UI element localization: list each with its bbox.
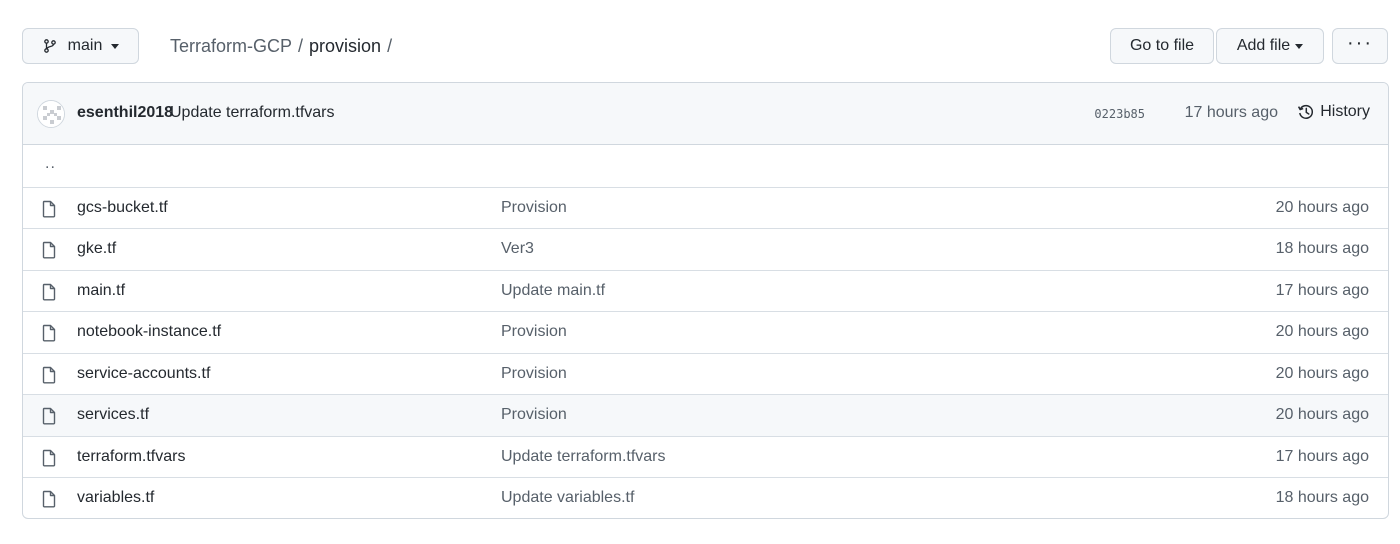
file-commit-message-link[interactable]: Provision [501, 406, 567, 424]
go-to-file-button[interactable]: Go to file [1110, 28, 1214, 64]
file-commit-age: 17 hours ago [1275, 447, 1369, 465]
file-row[interactable]: terraform.tfvars Update terraform.tfvars 1… [23, 435, 1388, 478]
file-commit-message-link[interactable]: Update variables.tf [501, 489, 634, 507]
file-commit-age: 20 hours ago [1275, 406, 1369, 423]
file-row[interactable]: gke.tf Ver3 18 hours ago [23, 228, 1388, 270]
file-commit-message-link[interactable]: Update main.tf [501, 282, 605, 300]
file-row[interactable]: notebook-instance.tf Provision 20 hours ag… [23, 311, 1388, 353]
file-list: .. gcs-bucket.tf Provision 20 hours ago gke… [23, 145, 1388, 518]
history-link[interactable]: History [1297, 103, 1370, 121]
file-icon [41, 490, 57, 508]
commit-sha-link[interactable]: 0223b85 [1094, 107, 1145, 121]
commit-author-link[interactable]: esenthil2018 [77, 104, 173, 122]
branch-name: main [67, 37, 103, 54]
file-icon [41, 366, 57, 384]
breadcrumb-separator: / [298, 35, 304, 56]
file-row[interactable]: gcs-bucket.tf Provision 20 hours ago [23, 186, 1388, 229]
file-name-link[interactable]: gcs-bucket.tf [77, 199, 168, 217]
git-branch-icon [42, 38, 58, 54]
file-icon [41, 407, 57, 425]
branch-select-button[interactable]: main [22, 28, 139, 64]
file-name-link[interactable]: services.tf [77, 406, 149, 424]
add-file-button[interactable]: Add file [1216, 28, 1324, 64]
file-icon [41, 200, 57, 218]
file-icon [41, 283, 57, 301]
breadcrumb-current-dir: provision [309, 35, 382, 56]
chevron-down-icon [1295, 43, 1304, 49]
file-row[interactable]: variables.tf Update variables.tf 18 hours … [23, 477, 1388, 518]
file-row[interactable]: service-accounts.tf Provision 20 hours ago [23, 352, 1388, 395]
avatar[interactable] [37, 100, 65, 128]
more-options-button[interactable]: ··· [1332, 28, 1388, 64]
file-name-link[interactable]: service-accounts.tf [77, 365, 210, 383]
file-commit-age: 17 hours ago [1275, 281, 1369, 299]
file-row[interactable]: services.tf Provision 20 hours ago [23, 394, 1388, 436]
breadcrumb-separator: / [387, 35, 393, 56]
file-icon [41, 324, 57, 342]
file-icon [41, 241, 57, 259]
commit-message-link[interactable]: Update terraform.tfvars [170, 104, 335, 122]
history-clock-icon [1297, 103, 1315, 121]
file-name-link[interactable]: gke.tf [77, 240, 116, 258]
file-row[interactable]: main.tf Update main.tf 17 hours ago [23, 269, 1388, 312]
file-name-link[interactable]: terraform.tfvars [77, 448, 185, 466]
breadcrumb-repo-link[interactable]: Terraform-GCP [170, 36, 292, 57]
repo-toolbar: main Terraform-GCP / provision / Go to f… [22, 28, 1388, 64]
breadcrumb: Terraform-GCP / provision / [170, 28, 398, 64]
file-name-link[interactable]: notebook-instance.tf [77, 323, 221, 341]
parent-directory-row[interactable]: .. [23, 145, 1388, 187]
file-commit-message-link[interactable]: Provision [501, 323, 567, 341]
file-commit-age: 20 hours ago [1275, 198, 1369, 216]
file-commit-message-link[interactable]: Update terraform.tfvars [501, 448, 666, 466]
file-commit-age: 20 hours ago [1275, 323, 1369, 340]
file-commit-age: 18 hours ago [1275, 489, 1369, 506]
file-commit-age: 20 hours ago [1275, 364, 1369, 382]
file-commit-message-link[interactable]: Ver3 [501, 240, 534, 258]
file-name-link[interactable]: main.tf [77, 282, 125, 300]
file-commit-message-link[interactable]: Provision [501, 199, 567, 217]
file-icon [41, 449, 57, 467]
file-browser: esenthil2018 Update terraform.tfvars 022… [22, 82, 1389, 519]
commit-time: 17 hours ago [1184, 104, 1278, 121]
file-commit-message-link[interactable]: Provision [501, 365, 567, 383]
parent-directory-link[interactable]: .. [45, 155, 56, 173]
chevron-down-icon [111, 43, 120, 49]
file-name-link[interactable]: variables.tf [77, 489, 154, 507]
file-commit-age: 18 hours ago [1275, 240, 1369, 257]
history-label: History [1320, 103, 1370, 120]
add-file-label: Add file [1236, 37, 1291, 54]
latest-commit-bar: esenthil2018 Update terraform.tfvars 022… [23, 83, 1388, 145]
